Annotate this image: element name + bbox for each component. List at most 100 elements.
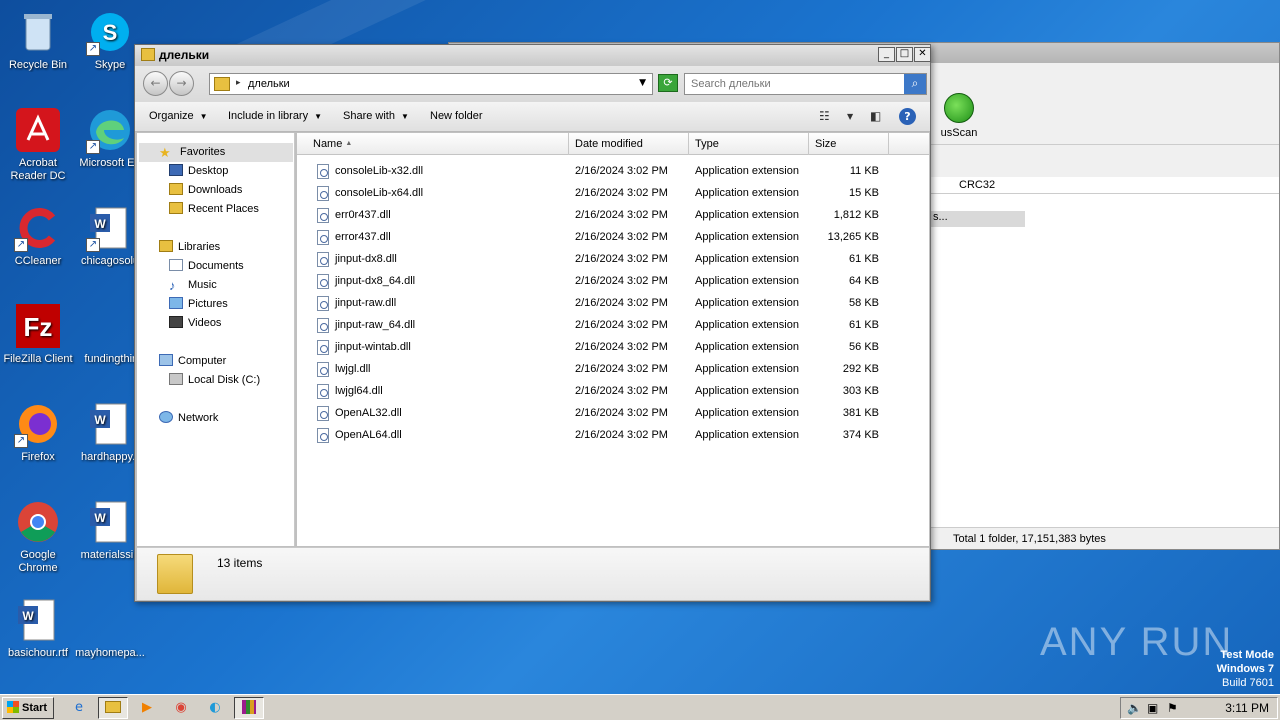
nav-desktop[interactable]: Desktop [169, 164, 228, 177]
background-window-list [931, 194, 1279, 527]
file-row[interactable]: consoleLib-x64.dll 2/16/2024 3:02 PM Appli… [297, 183, 929, 205]
file-row[interactable]: OpenAL32.dll 2/16/2024 3:02 PM Application… [297, 403, 929, 425]
file-row[interactable]: err0r437.dll 2/16/2024 3:02 PM Application… [297, 205, 929, 227]
column-date-modified[interactable]: Date modified [569, 133, 689, 155]
pictures-icon [169, 297, 183, 309]
desktop-icon-rtf[interactable]: W basichour.rtf [0, 596, 76, 660]
desktop-icon-ccleaner[interactable]: ↗ CCleaner [0, 204, 76, 268]
chrome-taskbar-icon[interactable]: ◉ [166, 697, 196, 719]
nav-recent-places[interactable]: Recent Places [169, 202, 259, 215]
nav-libraries[interactable]: Libraries [159, 240, 220, 253]
file-row[interactable]: jinput-wintab.dll 2/16/2024 3:02 PM Applic… [297, 337, 929, 359]
file-type: Application extension [695, 407, 799, 419]
svg-text:W: W [22, 609, 34, 623]
desktop-icon-acrobat[interactable]: Acrobat Reader DC [0, 106, 76, 183]
desktop-icon-filezilla[interactable]: Fz FileZilla Client [0, 302, 76, 366]
nav-downloads[interactable]: Downloads [169, 183, 242, 196]
organize-button[interactable]: Organize ▼ [149, 110, 208, 122]
nav-favorites[interactable]: ★ Favorites [159, 145, 225, 160]
file-row[interactable]: jinput-raw_64.dll 2/16/2024 3:02 PM Applic… [297, 315, 929, 337]
file-type: Application extension [695, 275, 799, 287]
file-name: lwjgl64.dll [335, 385, 383, 397]
clock[interactable]: 3:11 PM [1225, 701, 1269, 715]
file-row[interactable]: lwjgl64.dll 2/16/2024 3:02 PM Application … [297, 381, 929, 403]
file-name: lwjgl.dll [335, 363, 371, 375]
share-with-button[interactable]: Share with ▼ [343, 110, 409, 122]
column-size[interactable]: Size [809, 133, 889, 155]
desktop-icon-recycle-bin[interactable]: Recycle Bin [0, 8, 76, 72]
chevron-down-icon[interactable]: ▼ [639, 78, 646, 88]
desktop-icon-firefox[interactable]: ↗ Firefox [0, 400, 76, 464]
refresh-button[interactable]: ⟳ [658, 74, 678, 92]
view-options-icon[interactable]: ☷ [819, 109, 830, 123]
archiver-taskbar-icon[interactable] [234, 697, 264, 719]
file-name: OpenAL64.dll [335, 429, 402, 441]
nav-documents[interactable]: Documents [169, 259, 244, 272]
nav-label: Computer [178, 355, 227, 367]
search-icon[interactable]: ⌕ [904, 74, 926, 94]
nav-label: Libraries [178, 241, 221, 253]
explorer-taskbar-icon[interactable] [98, 697, 128, 719]
file-row[interactable]: OpenAL64.dll 2/16/2024 3:02 PM Application… [297, 425, 929, 447]
virus-scan-button[interactable]: usScan [929, 93, 989, 139]
network-tray-icon[interactable]: ▣ [1147, 701, 1158, 715]
minimize-button[interactable]: _ [878, 47, 895, 62]
start-button[interactable]: Start [2, 697, 54, 719]
explorer-window[interactable]: длельки _ □ ✕ ← → ▸ длельки ▼ ⟳ ⌕ Organi… [134, 44, 931, 602]
search-box[interactable]: ⌕ [684, 73, 927, 95]
chevron-down-icon[interactable]: ▼ [847, 112, 853, 121]
windows-logo-icon [7, 701, 19, 713]
file-row[interactable]: jinput-dx8.dll 2/16/2024 3:02 PM Applicati… [297, 249, 929, 271]
volume-icon[interactable]: 🔈 [1127, 701, 1142, 715]
include-in-library-button[interactable]: Include in library ▼ [228, 110, 322, 122]
nav-local-disk[interactable]: Local Disk (C:) [169, 373, 260, 386]
column-name[interactable]: Name ▲ [297, 133, 569, 155]
nav-pictures[interactable]: Pictures [169, 297, 228, 310]
media-player-icon[interactable]: ▶ [132, 697, 162, 719]
background-window-selected-row[interactable]: s... [931, 211, 1025, 227]
nav-videos[interactable]: Videos [169, 316, 221, 329]
desktop-icon-chrome[interactable]: Google Chrome [0, 498, 76, 575]
new-folder-button[interactable]: New folder [430, 110, 483, 122]
edge-taskbar-icon[interactable]: ◐ [200, 697, 230, 719]
forward-button[interactable]: → [169, 71, 194, 96]
file-row[interactable]: lwjgl.dll 2/16/2024 3:02 PM Application ex… [297, 359, 929, 381]
dll-file-icon [317, 186, 329, 201]
file-row[interactable]: jinput-raw.dll 2/16/2024 3:02 PM Applicati… [297, 293, 929, 315]
hard-drive-icon [169, 373, 183, 385]
search-input[interactable] [685, 74, 903, 94]
address-path[interactable]: длельки [248, 78, 290, 90]
word-document-icon: W [86, 400, 134, 448]
crc32-column[interactable]: CRC32 [959, 179, 995, 191]
folder-icon [157, 554, 193, 594]
window-title: длельки [159, 48, 210, 62]
file-list-pane[interactable]: Name ▲ Date modified Type Size consoleLi… [297, 133, 929, 546]
edge-icon: ↗ [86, 106, 134, 154]
address-bar[interactable]: ▸ длельки ▼ [209, 73, 653, 95]
nav-label: Music [188, 279, 217, 291]
breadcrumb-arrow-icon[interactable]: ▸ [236, 78, 241, 88]
nav-music[interactable]: ♪ Music [169, 278, 217, 293]
desktop-icon-blank-file[interactable]: mayhomepa... [72, 596, 148, 660]
close-button[interactable]: ✕ [914, 47, 931, 62]
flag-icon[interactable]: ⚑ [1167, 701, 1178, 715]
libraries-icon [159, 240, 173, 252]
nav-computer[interactable]: Computer [159, 354, 226, 367]
file-date: 2/16/2024 3:02 PM [575, 341, 668, 353]
background-window-column-header[interactable]: CRC32 [931, 177, 1279, 194]
file-row[interactable]: consoleLib-x32.dll 2/16/2024 3:02 PM Appli… [297, 161, 929, 183]
help-icon[interactable]: ? [899, 108, 916, 125]
file-size: 1,812 KB [833, 209, 879, 221]
file-row[interactable]: error437.dll 2/16/2024 3:02 PM Application… [297, 227, 929, 249]
column-headers: Name ▲ Date modified Type Size [297, 133, 929, 155]
file-row[interactable]: jinput-dx8_64.dll 2/16/2024 3:02 PM Applic… [297, 271, 929, 293]
nav-network[interactable]: Network [159, 411, 218, 424]
back-button[interactable]: ← [143, 71, 168, 96]
chevron-down-icon: ▼ [314, 112, 323, 121]
column-type[interactable]: Type [689, 133, 809, 155]
word-document-icon: W [86, 498, 134, 546]
maximize-button[interactable]: □ [896, 47, 913, 62]
explorer-titlebar[interactable]: длельки _ □ ✕ [135, 45, 931, 66]
preview-pane-icon[interactable]: ◧ [870, 109, 881, 123]
internet-explorer-icon[interactable]: e [64, 697, 94, 719]
